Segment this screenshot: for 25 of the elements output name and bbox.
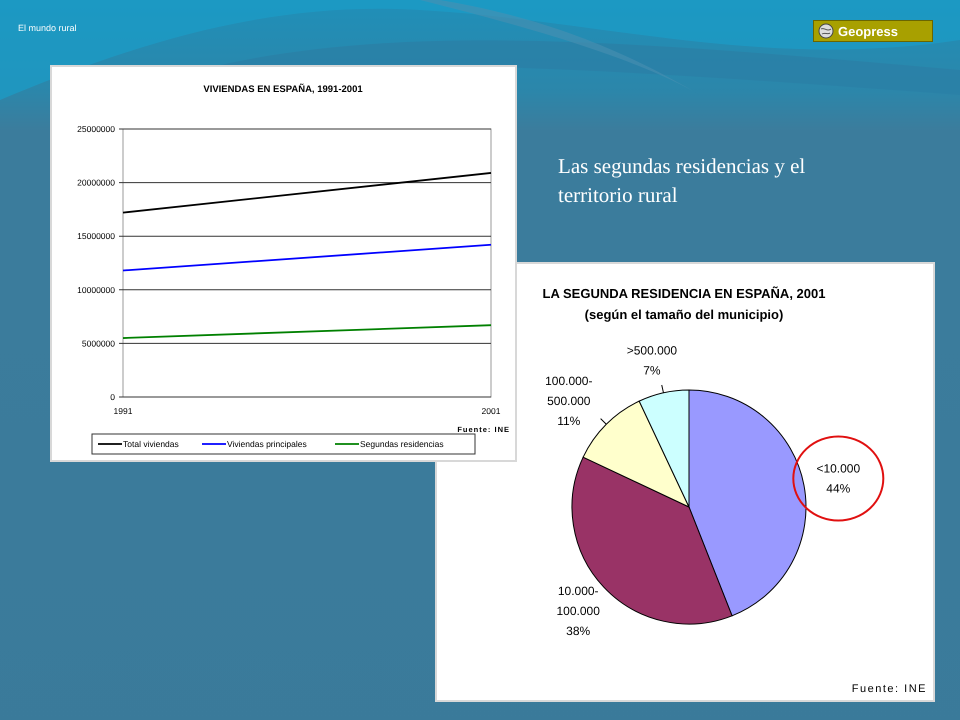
- legend-label: Viviendas principales: [227, 439, 307, 449]
- axis-tick-label: 5000000: [82, 338, 115, 348]
- axis-tick-label: 20000000: [77, 178, 115, 188]
- axis-tick-label: 25000000: [77, 124, 115, 134]
- slide-header: El mundo rural: [18, 23, 77, 33]
- source-note: Fuente: INE: [852, 683, 927, 695]
- chart-subtitle: (según el tamaño del municipio): [584, 307, 784, 322]
- legend-label: Total viviendas: [123, 439, 179, 449]
- slice-label: 100.000-500.000 11%: [545, 374, 592, 428]
- axis-tick-label: 0: [110, 392, 115, 402]
- axis-tick-label: 2001: [482, 406, 500, 416]
- leader-line: [600, 418, 607, 425]
- slice-label: <10.000 44%: [816, 462, 860, 496]
- axis-tick-label: 10000000: [77, 284, 115, 295]
- axis-tick-label: 1991: [114, 406, 132, 416]
- axis-tick-label: 15000000: [77, 231, 115, 242]
- slice-label: >500.000 7%: [626, 344, 678, 378]
- globe-icon: [818, 23, 834, 39]
- logo-text: Geopress: [838, 24, 898, 38]
- chart-title: LA SEGUNDA RESIDENCIA EN ESPAÑA, 2001: [542, 286, 826, 301]
- chart-title: VIVIENDAS EN ESPAÑA, 1991-2001: [203, 84, 363, 95]
- slice-label: 10.000-100.000 38%: [556, 584, 600, 638]
- slide-heading: Las segundas residencias y el territorio rural: [558, 153, 806, 209]
- leader-line: [661, 384, 664, 394]
- legend-label: Segundas residencias: [360, 439, 444, 449]
